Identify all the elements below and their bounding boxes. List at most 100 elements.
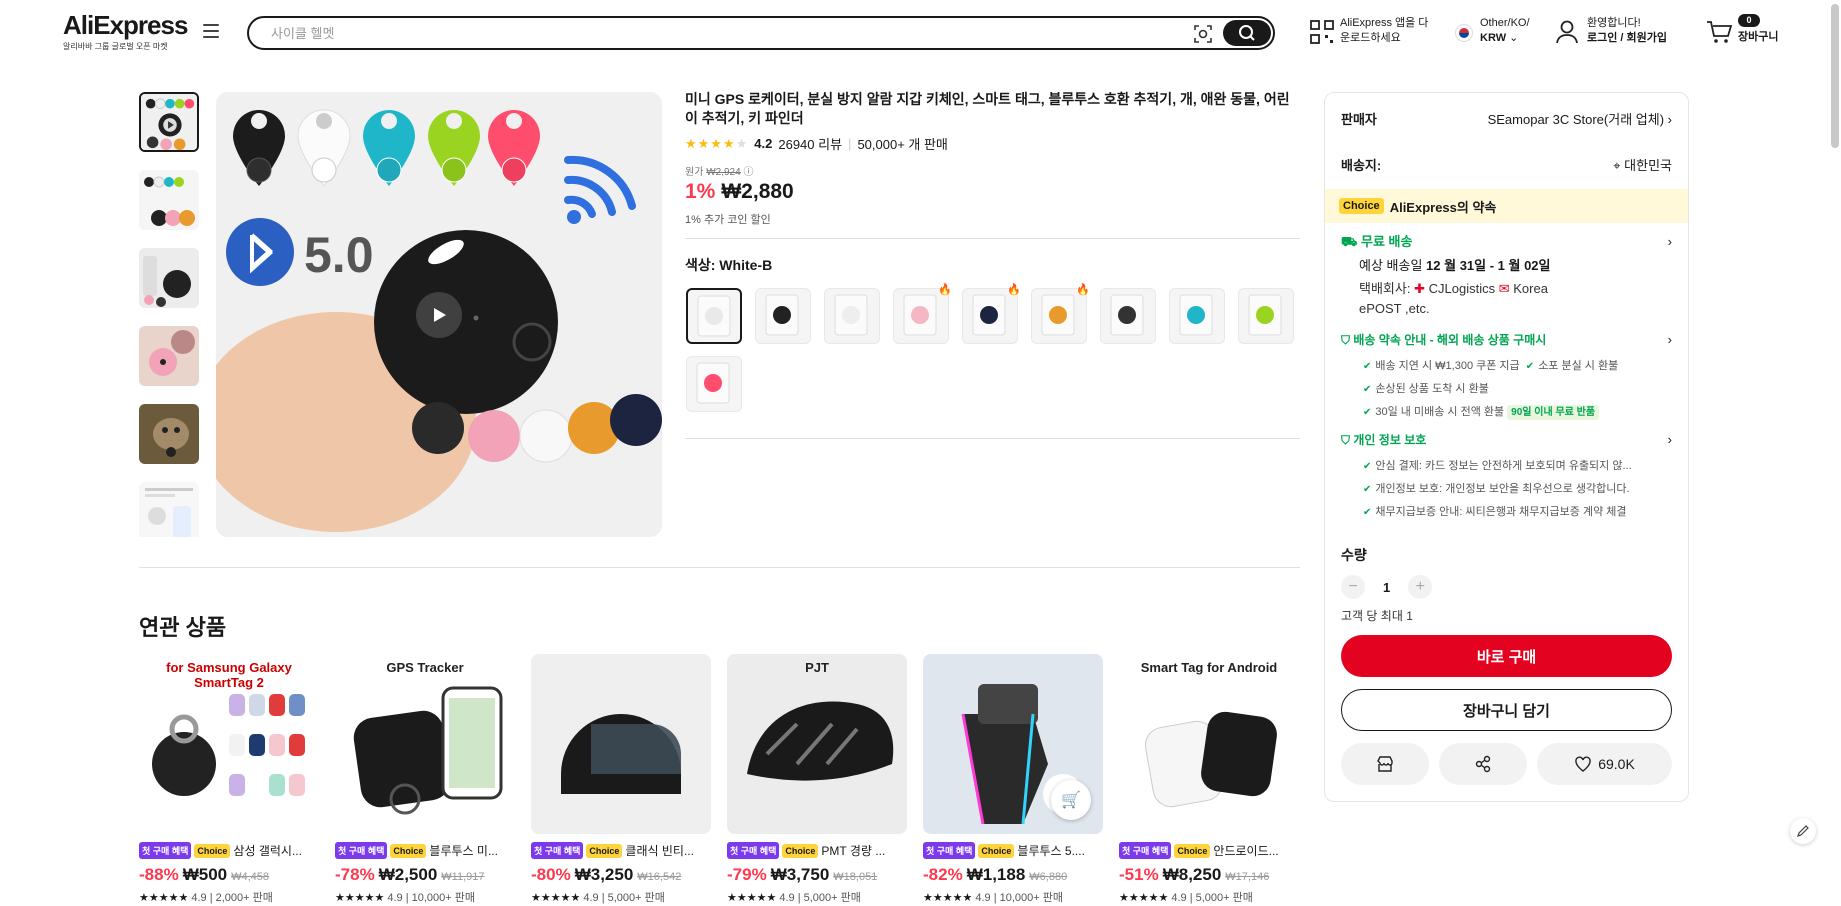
cart-icon[interactable] [1706, 20, 1732, 44]
delivery-guarantee-row[interactable]: ⛉ 배송 약속 안내 - 해외 배송 상품 구매시 › [1341, 331, 1672, 348]
image-search-icon[interactable] [1193, 24, 1213, 44]
buy-now-button[interactable]: 바로 구매 [1341, 635, 1672, 677]
ship-to-row[interactable]: 배송지: ⌖ 대한민국 [1341, 155, 1672, 174]
app-download-line2: 운로드하세요 [1340, 32, 1401, 44]
related-product-card[interactable]: for Samsung Galaxy SmartTag 2 첫 구매 혜택 Choi… [139, 654, 319, 906]
guarantee-item: 손상된 상품 도착 시 환불 [1375, 383, 1489, 395]
rating-sold: 4.9 | 5,000+ 판매 [583, 892, 665, 904]
promise-text: AliExpress의 약속 [1389, 199, 1497, 215]
info-icon[interactable]: ⓘ [743, 167, 753, 178]
color-swatch[interactable] [824, 288, 880, 344]
product-name[interactable]: 블루투스 5.... [1017, 842, 1085, 859]
choice-badge: Choice [1174, 843, 1211, 858]
user-icon[interactable] [1556, 20, 1578, 44]
app-download-link[interactable]: AliExpress 앱을 다 운로드하세요 [1340, 16, 1428, 46]
choice-badge: Choice [782, 843, 819, 858]
related-product-card[interactable]: 첫 구매 혜택 Choice 블루투스 5.... -82% ₩1,188 ₩6,880 ★… [923, 654, 1103, 906]
related-product-card[interactable]: Smart Tag for Android 첫 구매 혜택 Choice 안드로이드.… [1119, 654, 1299, 906]
region-currency-selector[interactable]: Other/KO/ KRW ⌄ [1480, 16, 1530, 46]
first-purchase-badge: 첫 구매 혜택 [727, 842, 780, 859]
discount-percent: 1% [685, 180, 716, 203]
cart-label[interactable]: 장바구니 [1738, 30, 1778, 45]
thumbnail-1[interactable] [139, 92, 199, 152]
rating-sold: 4.9 | 10,000+ 판매 [387, 892, 476, 904]
product-name[interactable]: 안드로이드... [1213, 842, 1278, 859]
product-thumbnail[interactable]: GPS Tracker [335, 654, 515, 834]
quantity-value[interactable]: 1 [1383, 580, 1390, 595]
color-swatch[interactable]: 🔥 [893, 284, 952, 344]
color-swatch[interactable] [755, 288, 811, 344]
color-swatch[interactable]: 🔥 [1031, 284, 1090, 344]
review-count[interactable]: 26940 리뷰 [778, 134, 842, 153]
add-to-cart-icon[interactable]: 🛒 [1051, 780, 1091, 820]
thumbnail-6[interactable] [139, 482, 199, 537]
sale-price: ₩3,750 [770, 865, 830, 884]
qr-code-icon[interactable] [1310, 20, 1334, 44]
play-video-button[interactable] [416, 292, 462, 338]
product-thumbnail[interactable]: for Samsung Galaxy SmartTag 2 [139, 654, 319, 834]
privacy-item: 개인정보 보호: 개인정보 보안을 최우선으로 생각합니다. [1375, 483, 1630, 495]
related-product-card[interactable]: PJT 첫 구매 혜택 Choice PMT 경량 ... -79% ₩3,750 ₩18,… [727, 654, 907, 906]
account-link[interactable]: 환영합니다! 로그인 / 회원가입 [1587, 16, 1667, 46]
product-thumbnail[interactable] [531, 654, 711, 834]
color-swatch[interactable]: 🔥 [962, 284, 1021, 344]
truck-icon: ⛟ [1341, 234, 1358, 249]
carrier-more: ePOST ,etc. [1359, 301, 1430, 316]
guarantee-item: 소포 분실 시 환불 [1538, 360, 1619, 372]
menu-icon[interactable] [203, 24, 219, 38]
privacy-row[interactable]: ⛉ 개인 정보 보호 › [1341, 431, 1672, 448]
product-name[interactable]: 클래식 빈티... [625, 842, 694, 859]
rating-sold: 4.9 | 10,000+ 판매 [975, 892, 1064, 904]
divider [685, 238, 1300, 239]
brand-name: AliExpress [63, 10, 188, 40]
quantity-limit: 고객 당 최대 1 [1341, 609, 1413, 623]
free-shipping-row[interactable]: ⛟ 무료 배송 › [1341, 231, 1672, 252]
add-to-cart-button[interactable]: 장바구니 담기 [1341, 689, 1672, 731]
product-thumbnail[interactable]: PJT [727, 654, 907, 834]
thumbnail-4[interactable] [139, 326, 199, 386]
seller-row[interactable]: 판매자 SEamopar 3C Store(거래 업체) › [1341, 109, 1672, 128]
related-product-card[interactable]: GPS Tracker 첫 구매 혜택 Choice 블루투스 미... -78% ₩2,… [335, 654, 515, 906]
color-swatch[interactable] [1100, 288, 1156, 344]
product-name[interactable]: 블루투스 미... [429, 842, 498, 859]
star-rating-icon: ★★★★★ [923, 892, 973, 904]
color-swatch[interactable] [686, 356, 742, 412]
search-button[interactable] [1223, 20, 1271, 46]
related-product-card[interactable]: 첫 구매 혜택 Choice 클래식 빈티... -80% ₩3,250 ₩16,542 ★… [531, 654, 711, 906]
thumbnail-2[interactable] [139, 170, 199, 230]
color-swatch[interactable] [1169, 288, 1225, 344]
choice-badge: Choice [978, 843, 1015, 858]
aliexpress-logo[interactable]: AliExpress 알리바바 그룹 글로벌 오픈 마켓 [63, 10, 188, 52]
edit-feedback-button[interactable] [1790, 818, 1816, 844]
share-button[interactable] [1439, 743, 1527, 785]
guarantee-item: 30일 내 미배송 시 전액 환불 [1375, 406, 1505, 418]
increase-button[interactable]: + [1408, 575, 1433, 599]
search-input[interactable] [271, 22, 1171, 44]
color-swatch[interactable] [686, 288, 742, 344]
original-price-row: 원가 ₩2,924 ⓘ [685, 163, 753, 178]
page-scrollbar[interactable] [1831, 4, 1839, 148]
eta-label: 예상 배송일 [1359, 258, 1423, 273]
wishlist-button[interactable]: 69.0K [1537, 743, 1672, 785]
discount-percent: -78% [335, 865, 375, 884]
discount-percent: -88% [139, 865, 179, 884]
thumbnail-5[interactable] [139, 404, 199, 464]
product-name[interactable]: PMT 경량 ... [821, 842, 885, 859]
product-name[interactable]: 삼성 갤럭시... [233, 842, 302, 859]
sold-count: 50,000+ 개 판매 [857, 137, 948, 152]
coin-discount-note: 1% 추가 코인 할인 [685, 214, 771, 226]
header: AliExpress 알리바바 그룹 글로벌 오픈 마켓 AliExpress … [0, 0, 1841, 70]
rating-value: 4.2 [754, 136, 773, 151]
thumbnail-3[interactable] [139, 248, 199, 308]
color-swatch[interactable] [1238, 288, 1294, 344]
original-price: ₩2,924 [706, 167, 741, 178]
privacy-item: 채무지급보증 안내: 씨티은행과 채무지급보증 계약 체결 [1375, 506, 1627, 518]
quantity-stepper: − 1 + [1341, 575, 1433, 599]
store-button[interactable] [1341, 743, 1429, 785]
main-product-image[interactable]: 5.0 [216, 92, 662, 537]
star-rating-icon: ★★★★★ [139, 892, 189, 904]
decrease-button[interactable]: − [1341, 575, 1365, 599]
first-purchase-badge: 첫 구매 혜택 [139, 842, 192, 859]
product-thumbnail[interactable]: Smart Tag for Android [1119, 654, 1299, 834]
delivery-guarantee-label: 배송 약속 안내 - 해외 배송 상품 구매시 [1353, 333, 1547, 347]
